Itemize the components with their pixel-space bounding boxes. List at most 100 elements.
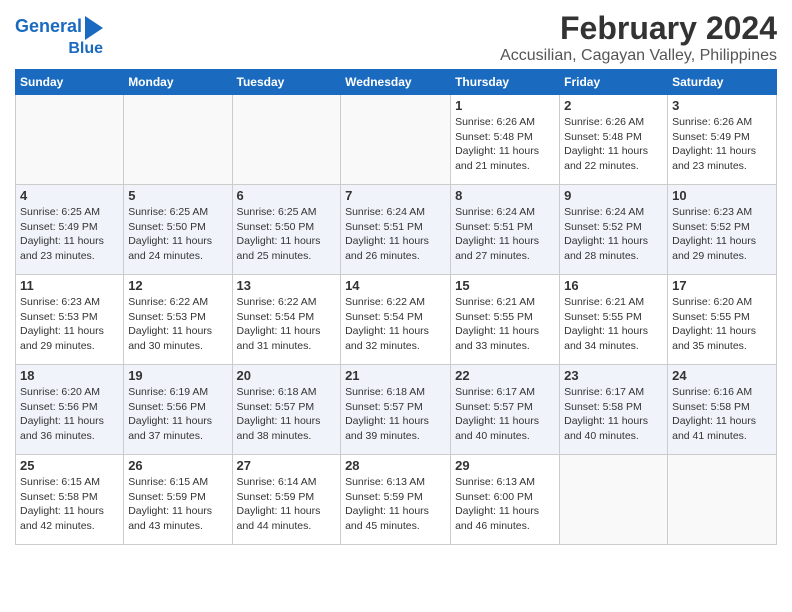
day-cell: 21 Sunrise: 6:18 AM Sunset: 5:57 PM Dayli… bbox=[341, 365, 451, 455]
day-info: Sunrise: 6:17 AM Sunset: 5:57 PM Dayligh… bbox=[455, 385, 555, 444]
day-number: 29 bbox=[455, 458, 555, 473]
day-info: Sunrise: 6:19 AM Sunset: 5:56 PM Dayligh… bbox=[128, 385, 227, 444]
day-info: Sunrise: 6:13 AM Sunset: 5:59 PM Dayligh… bbox=[345, 475, 446, 534]
day-cell: 3Sunrise: 6:26 AM Sunset: 5:49 PM Daylig… bbox=[668, 95, 777, 185]
page-header: General Blue February 2024 Accusilian, C… bbox=[15, 10, 777, 65]
day-header-wednesday: Wednesday bbox=[341, 70, 451, 95]
day-cell: 8 Sunrise: 6:24 AM Sunset: 5:51 PM Daylig… bbox=[451, 185, 560, 275]
day-cell: 10Sunrise: 6:23 AM Sunset: 5:52 PM Dayli… bbox=[668, 185, 777, 275]
day-header-friday: Friday bbox=[560, 70, 668, 95]
day-info: Sunrise: 6:24 AM Sunset: 5:51 PM Dayligh… bbox=[345, 205, 446, 264]
day-cell bbox=[232, 95, 341, 185]
day-cell: 23 Sunrise: 6:17 AM Sunset: 5:58 PM Dayli… bbox=[560, 365, 668, 455]
day-cell bbox=[124, 95, 232, 185]
day-cell: 29 Sunrise: 6:13 AM Sunset: 6:00 PM Dayli… bbox=[451, 455, 560, 545]
day-number: 27 bbox=[237, 458, 337, 473]
day-cell: 16 Sunrise: 6:21 AM Sunset: 5:55 PM Dayli… bbox=[560, 275, 668, 365]
day-info: Sunrise: 6:17 AM Sunset: 5:58 PM Dayligh… bbox=[564, 385, 663, 444]
month-year-title: February 2024 bbox=[500, 10, 777, 47]
day-info: Sunrise: 6:25 AM Sunset: 5:49 PM Dayligh… bbox=[20, 205, 119, 264]
calendar-table: SundayMondayTuesdayWednesdayThursdayFrid… bbox=[15, 69, 777, 545]
day-number: 4 bbox=[20, 188, 119, 203]
day-number: 19 bbox=[128, 368, 227, 383]
header-row: SundayMondayTuesdayWednesdayThursdayFrid… bbox=[16, 70, 777, 95]
day-info: Sunrise: 6:15 AM Sunset: 5:58 PM Dayligh… bbox=[20, 475, 119, 534]
day-cell: 9 Sunrise: 6:24 AM Sunset: 5:52 PM Daylig… bbox=[560, 185, 668, 275]
day-header-tuesday: Tuesday bbox=[232, 70, 341, 95]
day-cell: 19 Sunrise: 6:19 AM Sunset: 5:56 PM Dayli… bbox=[124, 365, 232, 455]
week-row: 1 Sunrise: 6:26 AM Sunset: 5:48 PM Daylig… bbox=[16, 95, 777, 185]
day-cell: 14Sunrise: 6:22 AM Sunset: 5:54 PM Dayli… bbox=[341, 275, 451, 365]
day-info: Sunrise: 6:18 AM Sunset: 5:57 PM Dayligh… bbox=[237, 385, 337, 444]
day-number: 25 bbox=[20, 458, 119, 473]
day-cell bbox=[560, 455, 668, 545]
day-number: 5 bbox=[128, 188, 227, 203]
day-header-sunday: Sunday bbox=[16, 70, 124, 95]
day-number: 20 bbox=[237, 368, 337, 383]
day-info: Sunrise: 6:25 AM Sunset: 5:50 PM Dayligh… bbox=[128, 205, 227, 264]
day-number: 23 bbox=[564, 368, 663, 383]
day-cell: 15 Sunrise: 6:21 AM Sunset: 5:55 PM Dayli… bbox=[451, 275, 560, 365]
day-header-thursday: Thursday bbox=[451, 70, 560, 95]
day-number: 17 bbox=[672, 278, 772, 293]
day-number: 21 bbox=[345, 368, 446, 383]
day-cell: 1 Sunrise: 6:26 AM Sunset: 5:48 PM Daylig… bbox=[451, 95, 560, 185]
day-cell: 4 Sunrise: 6:25 AM Sunset: 5:49 PM Daylig… bbox=[16, 185, 124, 275]
day-info: Sunrise: 6:24 AM Sunset: 5:52 PM Dayligh… bbox=[564, 205, 663, 264]
day-number: 7 bbox=[345, 188, 446, 203]
day-cell: 22 Sunrise: 6:17 AM Sunset: 5:57 PM Dayli… bbox=[451, 365, 560, 455]
day-number: 11 bbox=[20, 278, 119, 293]
week-row: 18Sunrise: 6:20 AM Sunset: 5:56 PM Dayli… bbox=[16, 365, 777, 455]
day-cell: 24Sunrise: 6:16 AM Sunset: 5:58 PM Dayli… bbox=[668, 365, 777, 455]
day-cell: 2Sunrise: 6:26 AM Sunset: 5:48 PM Daylig… bbox=[560, 95, 668, 185]
day-info: Sunrise: 6:21 AM Sunset: 5:55 PM Dayligh… bbox=[455, 295, 555, 354]
day-header-monday: Monday bbox=[124, 70, 232, 95]
day-cell: 28 Sunrise: 6:13 AM Sunset: 5:59 PM Dayli… bbox=[341, 455, 451, 545]
day-info: Sunrise: 6:21 AM Sunset: 5:55 PM Dayligh… bbox=[564, 295, 663, 354]
day-info: Sunrise: 6:23 AM Sunset: 5:53 PM Dayligh… bbox=[20, 295, 119, 354]
day-number: 8 bbox=[455, 188, 555, 203]
logo: General Blue bbox=[15, 10, 103, 58]
day-cell: 11 Sunrise: 6:23 AM Sunset: 5:53 PM Dayli… bbox=[16, 275, 124, 365]
day-number: 1 bbox=[455, 98, 555, 113]
day-info: Sunrise: 6:25 AM Sunset: 5:50 PM Dayligh… bbox=[237, 205, 337, 264]
day-info: Sunrise: 6:13 AM Sunset: 6:00 PM Dayligh… bbox=[455, 475, 555, 534]
day-info: Sunrise: 6:26 AM Sunset: 5:48 PM Dayligh… bbox=[455, 115, 555, 174]
day-cell bbox=[341, 95, 451, 185]
day-number: 15 bbox=[455, 278, 555, 293]
day-cell: 12 Sunrise: 6:22 AM Sunset: 5:53 PM Dayli… bbox=[124, 275, 232, 365]
day-cell: 26Sunrise: 6:15 AM Sunset: 5:59 PM Dayli… bbox=[124, 455, 232, 545]
week-row: 25 Sunrise: 6:15 AM Sunset: 5:58 PM Dayli… bbox=[16, 455, 777, 545]
day-number: 6 bbox=[237, 188, 337, 203]
day-cell: 25 Sunrise: 6:15 AM Sunset: 5:58 PM Dayli… bbox=[16, 455, 124, 545]
day-number: 16 bbox=[564, 278, 663, 293]
day-cell bbox=[668, 455, 777, 545]
day-cell: 13 Sunrise: 6:22 AM Sunset: 5:54 PM Dayli… bbox=[232, 275, 341, 365]
day-number: 22 bbox=[455, 368, 555, 383]
day-number: 13 bbox=[237, 278, 337, 293]
day-number: 14 bbox=[345, 278, 446, 293]
week-row: 4 Sunrise: 6:25 AM Sunset: 5:49 PM Daylig… bbox=[16, 185, 777, 275]
logo-blue-text: Blue bbox=[68, 40, 103, 58]
day-header-saturday: Saturday bbox=[668, 70, 777, 95]
day-info: Sunrise: 6:22 AM Sunset: 5:53 PM Dayligh… bbox=[128, 295, 227, 354]
day-info: Sunrise: 6:22 AM Sunset: 5:54 PM Dayligh… bbox=[237, 295, 337, 354]
day-info: Sunrise: 6:18 AM Sunset: 5:57 PM Dayligh… bbox=[345, 385, 446, 444]
day-cell: 20 Sunrise: 6:18 AM Sunset: 5:57 PM Dayli… bbox=[232, 365, 341, 455]
day-number: 26 bbox=[128, 458, 227, 473]
day-info: Sunrise: 6:14 AM Sunset: 5:59 PM Dayligh… bbox=[237, 475, 337, 534]
day-info: Sunrise: 6:20 AM Sunset: 5:55 PM Dayligh… bbox=[672, 295, 772, 354]
day-info: Sunrise: 6:23 AM Sunset: 5:52 PM Dayligh… bbox=[672, 205, 772, 264]
week-row: 11 Sunrise: 6:23 AM Sunset: 5:53 PM Dayli… bbox=[16, 275, 777, 365]
day-cell bbox=[16, 95, 124, 185]
day-cell: 27 Sunrise: 6:14 AM Sunset: 5:59 PM Dayli… bbox=[232, 455, 341, 545]
day-number: 12 bbox=[128, 278, 227, 293]
day-number: 9 bbox=[564, 188, 663, 203]
day-number: 28 bbox=[345, 458, 446, 473]
day-info: Sunrise: 6:16 AM Sunset: 5:58 PM Dayligh… bbox=[672, 385, 772, 444]
day-cell: 6 Sunrise: 6:25 AM Sunset: 5:50 PM Daylig… bbox=[232, 185, 341, 275]
day-info: Sunrise: 6:20 AM Sunset: 5:56 PM Dayligh… bbox=[20, 385, 119, 444]
day-info: Sunrise: 6:24 AM Sunset: 5:51 PM Dayligh… bbox=[455, 205, 555, 264]
day-info: Sunrise: 6:26 AM Sunset: 5:48 PM Dayligh… bbox=[564, 115, 663, 174]
logo-arrow-icon bbox=[85, 16, 103, 40]
